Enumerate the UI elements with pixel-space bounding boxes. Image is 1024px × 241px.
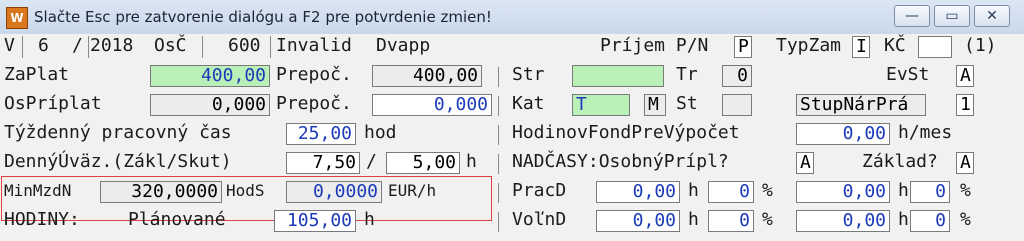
- pracd-r-field[interactable]: 0,00: [796, 181, 890, 203]
- form-panel: V 6 / 2018 OsČ 600 Invalid Dvapp Príjem …: [0, 34, 1024, 241]
- divider: [498, 212, 499, 232]
- hodiny-label: HODINY:: [4, 209, 80, 230]
- planovane-field[interactable]: 105,00: [274, 210, 356, 232]
- str-field[interactable]: [572, 65, 664, 87]
- kc-field[interactable]: [918, 36, 952, 58]
- divider: [498, 183, 499, 203]
- stupnar-label: StupNárPrá: [796, 94, 926, 116]
- divider: [498, 125, 499, 145]
- nadcasy-field[interactable]: A: [796, 152, 814, 174]
- invalid-label: Invalid: [276, 35, 352, 56]
- tr-field[interactable]: 0: [722, 65, 752, 87]
- record-count: (1): [964, 35, 997, 56]
- pracd-pct2-field[interactable]: 0: [910, 181, 950, 203]
- zaplat-field[interactable]: 400,00: [150, 65, 270, 87]
- volnd-h: h: [688, 209, 699, 230]
- slash: /: [72, 35, 83, 56]
- divider: [498, 67, 499, 87]
- divider: [270, 36, 271, 58]
- pct-sign: %: [762, 180, 773, 201]
- year-value[interactable]: 2018: [90, 34, 133, 58]
- hods-label: HodS: [226, 181, 265, 200]
- kc-label: KČ: [884, 35, 906, 56]
- title-bar: W Slačte Esc pre zatvorenie dialógu a F2…: [0, 0, 1024, 35]
- kat-label: Kat: [512, 93, 545, 114]
- minmzdn-label: MinMzdN: [4, 181, 72, 200]
- volnd-r-field[interactable]: 0,00: [796, 210, 890, 232]
- v-label: V: [4, 35, 15, 56]
- kat-field[interactable]: T: [572, 94, 630, 116]
- prepoc2-field[interactable]: 0,000: [372, 94, 492, 116]
- pracd-h: h: [688, 180, 699, 201]
- nadcasy-label: NADČASY:OsobnýPrípl?: [512, 151, 729, 172]
- st-field[interactable]: [722, 94, 752, 116]
- pracd-label: PracD: [512, 180, 567, 201]
- slash: /: [366, 151, 377, 172]
- divider: [202, 36, 203, 58]
- close-button[interactable]: ✕: [974, 5, 1010, 27]
- hods-unit: EUR/h: [388, 181, 437, 200]
- divider: [498, 96, 499, 116]
- daily-actual-field[interactable]: 5,00: [386, 152, 460, 174]
- osc-label: OsČ: [154, 35, 187, 56]
- planovane-unit: h: [364, 209, 375, 230]
- minimize-button[interactable]: —: [894, 5, 930, 27]
- window-title: Slačte Esc pre zatvorenie dialógu a F2 p…: [34, 8, 492, 26]
- weekly-hours-label: Týždenný pracovný čas: [4, 122, 232, 143]
- volnd-label: VoľnD: [512, 209, 567, 230]
- pct-sign: %: [960, 180, 971, 201]
- st-label: St: [676, 93, 698, 114]
- str-label: Str: [512, 64, 545, 85]
- zaplat-label: ZaPlat: [4, 64, 70, 85]
- daily-base-field[interactable]: 7,50: [286, 152, 360, 174]
- kat-m-field[interactable]: M: [644, 94, 666, 116]
- pracd-pct-field[interactable]: 0: [708, 181, 754, 203]
- divider: [22, 36, 23, 58]
- hods-field[interactable]: 0,0000: [286, 181, 382, 203]
- volnd-pct-field[interactable]: 0: [708, 210, 754, 232]
- volnd-pct2-field[interactable]: 0: [910, 210, 950, 232]
- dvapp-label: Dvapp: [376, 35, 431, 56]
- evst-field[interactable]: A: [956, 65, 974, 87]
- prepoc-label: Prepoč.: [276, 64, 352, 85]
- month-value[interactable]: 6: [38, 34, 49, 58]
- stupnar-field[interactable]: 1: [956, 94, 974, 116]
- prijem-field[interactable]: P: [734, 36, 752, 58]
- osc-value[interactable]: 600: [228, 34, 261, 58]
- hodfond-field[interactable]: 0,00: [796, 123, 890, 145]
- zaklad-field[interactable]: A: [956, 152, 974, 174]
- volnd-field[interactable]: 0,00: [596, 210, 680, 232]
- planovane-label: Plánované: [128, 209, 226, 230]
- prijem-label: Príjem P/N: [600, 35, 709, 56]
- minmzdn-field[interactable]: 320,0000: [100, 181, 222, 203]
- evst-label: EvSt: [886, 64, 930, 85]
- hodfond-unit: h/mes: [898, 122, 953, 143]
- typzam-label: TypZam: [776, 35, 842, 56]
- pct-sign: %: [762, 209, 773, 230]
- hodfond-label: HodinovFondPreVýpočet: [512, 122, 740, 143]
- maximize-button[interactable]: ▭: [934, 5, 970, 27]
- volnd-h2: h: [898, 209, 909, 230]
- app-logo-icon: W: [6, 7, 28, 29]
- tr-label: Tr: [676, 64, 698, 85]
- typzam-field[interactable]: I: [852, 36, 870, 58]
- divider: [498, 154, 499, 174]
- prepoc-label: Prepoč.: [276, 93, 352, 114]
- osprip-field[interactable]: 0,000: [150, 94, 270, 116]
- zaklad-label: Základ?: [862, 151, 938, 172]
- daily-hours-label: DennýÚväz.(Zákl/Skut): [4, 151, 232, 172]
- pct-sign: %: [960, 209, 971, 230]
- prepoc-field[interactable]: 400,00: [372, 65, 482, 87]
- weekly-hours-unit: hod: [364, 122, 397, 143]
- divider: [88, 36, 89, 58]
- osprip-label: OsPríplat: [4, 93, 102, 114]
- daily-hours-unit: h: [466, 151, 477, 172]
- weekly-hours-field[interactable]: 25,00: [286, 123, 356, 145]
- pracd-field[interactable]: 0,00: [596, 181, 680, 203]
- pracd-h2: h: [898, 180, 909, 201]
